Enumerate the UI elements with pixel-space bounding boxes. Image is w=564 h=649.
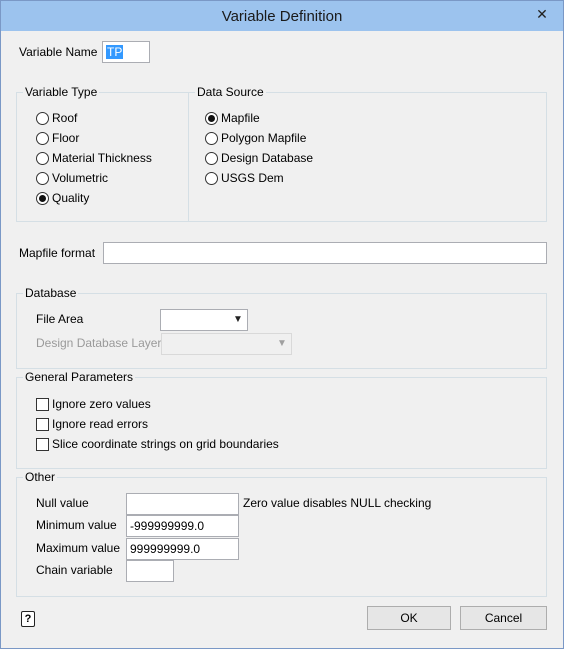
radio-floor-label: Floor	[52, 131, 80, 145]
radio-roof-label: Roof	[52, 111, 78, 125]
database-group: Database File Area ▼ Design Database Lay…	[16, 286, 547, 369]
radio-polygon-mapfile-label: Polygon Mapfile	[221, 131, 307, 145]
checkbox-ignore-read-errors-label: Ignore read errors	[52, 417, 149, 431]
radio-quality-label: Quality	[52, 191, 90, 205]
cancel-button[interactable]: Cancel	[460, 606, 547, 630]
ok-button[interactable]: OK	[367, 606, 451, 630]
minimum-value-input[interactable]: -999999999.0	[126, 515, 239, 537]
radio-indicator[interactable]	[36, 111, 49, 125]
radio-mapfile[interactable]: Mapfile	[205, 110, 260, 126]
null-value-label: Null value	[36, 496, 89, 510]
variable-definition-dialog: Variable Definition ✕ Variable Name TP V…	[0, 0, 564, 649]
checkbox-box[interactable]	[36, 397, 49, 411]
mapfile-format-label: Mapfile format	[19, 246, 96, 260]
variable-name-value: TP	[106, 45, 124, 59]
chain-variable-label: Chain variable	[36, 563, 113, 577]
null-value-input[interactable]	[126, 493, 239, 515]
radio-indicator[interactable]	[205, 131, 218, 145]
radio-indicator[interactable]	[205, 171, 218, 185]
radio-indicator[interactable]	[36, 171, 49, 185]
maximum-value-label: Maximum value	[36, 541, 121, 555]
variable-type-title: Variable Type	[23, 85, 100, 99]
general-parameters-title: General Parameters	[23, 370, 136, 384]
checkbox-box[interactable]	[36, 417, 49, 431]
radio-mapfile-label: Mapfile	[221, 111, 260, 125]
title-bar: Variable Definition ✕	[1, 1, 563, 31]
radio-indicator[interactable]	[205, 151, 218, 165]
window-title: Variable Definition	[221, 8, 343, 25]
data-source-group: Data Source Mapfile Polygon Mapfile Desi…	[188, 85, 547, 222]
database-title: Database	[23, 286, 79, 300]
radio-design-database[interactable]: Design Database	[205, 150, 313, 166]
checkbox-ignore-zero-values-label: Ignore zero values	[52, 397, 151, 411]
variable-type-group: Variable Type Roof Floor Material Thickn…	[16, 85, 189, 222]
null-value-hint: Zero value disables NULL checking	[243, 496, 432, 510]
radio-material-thickness-label: Material Thickness	[52, 151, 152, 165]
other-group: Other Null value Zero value disables NUL…	[16, 470, 547, 597]
checkbox-ignore-read-errors[interactable]: Ignore read errors	[36, 416, 148, 432]
radio-usgs-dem[interactable]: USGS Dem	[205, 170, 284, 186]
dialog-body: Variable Name TP Variable Type Roof Floo…	[8, 31, 556, 642]
radio-quality[interactable]: Quality	[36, 190, 89, 206]
help-icon[interactable]: ?	[21, 611, 35, 627]
data-source-title: Data Source	[195, 85, 266, 99]
radio-volumetric[interactable]: Volumetric	[36, 170, 108, 186]
chain-variable-input[interactable]	[126, 560, 174, 582]
radio-indicator[interactable]	[36, 151, 49, 165]
mapfile-format-input[interactable]	[103, 242, 547, 264]
radio-floor[interactable]: Floor	[36, 130, 79, 146]
design-database-layer-select[interactable]: ▼	[161, 333, 292, 355]
close-button[interactable]: ✕	[529, 4, 555, 24]
radio-design-database-label: Design Database	[221, 151, 314, 165]
file-area-select[interactable]: ▼	[160, 309, 248, 331]
radio-indicator[interactable]	[36, 131, 49, 145]
radio-indicator[interactable]	[205, 111, 218, 125]
variable-name-input[interactable]: TP	[102, 41, 150, 63]
chevron-down-icon: ▼	[277, 338, 287, 349]
checkbox-slice-coordinate-strings-label: Slice coordinate strings on grid boundar…	[52, 437, 279, 451]
variable-name-label: Variable Name	[19, 45, 98, 59]
other-title: Other	[23, 470, 58, 484]
design-database-layer-label: Design Database Layer	[36, 336, 162, 350]
checkbox-ignore-zero-values[interactable]: Ignore zero values	[36, 396, 151, 412]
radio-material-thickness[interactable]: Material Thickness	[36, 150, 152, 166]
checkbox-slice-coordinate-strings[interactable]: Slice coordinate strings on grid boundar…	[36, 436, 279, 452]
radio-indicator[interactable]	[36, 191, 49, 205]
chevron-down-icon: ▼	[233, 314, 243, 325]
radio-volumetric-label: Volumetric	[52, 171, 109, 185]
minimum-value-label: Minimum value	[36, 518, 117, 532]
checkbox-box[interactable]	[36, 437, 49, 451]
file-area-label: File Area	[36, 312, 84, 326]
radio-polygon-mapfile[interactable]: Polygon Mapfile	[205, 130, 306, 146]
radio-roof[interactable]: Roof	[36, 110, 77, 126]
maximum-value-input[interactable]: 999999999.0	[126, 538, 239, 560]
radio-usgs-dem-label: USGS Dem	[221, 171, 284, 185]
general-parameters-group: General Parameters Ignore zero values Ig…	[16, 370, 547, 469]
